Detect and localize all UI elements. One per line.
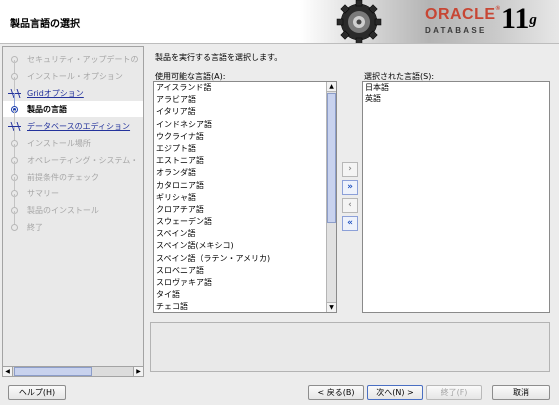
sidebar-step-label: 終了 (27, 223, 43, 232)
available-language-item[interactable]: スロヴァキア語 (154, 277, 326, 289)
sidebar-step-label: オペレーティング・システム・ (27, 155, 139, 165)
sidebar-step-label: セキュリティ・アップデートの (27, 55, 139, 64)
sidebar-step-label[interactable]: データベースのエディション (27, 121, 130, 132)
sidebar-step: インストール・オプション (3, 59, 143, 84)
available-language-item[interactable]: スペイン語 (154, 228, 326, 240)
description-panel (150, 322, 550, 372)
sidebar-step: サマリー (3, 177, 143, 201)
add-language-button[interactable]: › (342, 162, 358, 177)
sidebar-step-label: インストール場所 (27, 139, 91, 148)
selected-language-item[interactable]: 英語 (363, 93, 549, 104)
selected-languages-list: 日本語 英語 (363, 82, 549, 104)
available-language-item[interactable]: イタリア語 (154, 106, 326, 118)
remove-all-languages-button[interactable]: « (342, 216, 358, 231)
available-language-item[interactable]: オランダ語 (154, 167, 326, 179)
finish-button[interactable]: 終了(F) (426, 385, 482, 400)
sidebar-step-label: 製品の言語 (27, 105, 67, 115)
sidebar-step: 前提条件のチェック (3, 160, 143, 185)
step-connector-line (14, 93, 15, 108)
available-language-item[interactable]: アラビア語 (154, 94, 326, 106)
help-button[interactable]: ヘルプ(H) (8, 385, 66, 400)
step-indicator-icon (11, 224, 18, 231)
available-list-scrollbar[interactable]: ▲ ▼ (326, 82, 336, 312)
step-connector-line (14, 160, 15, 175)
next-button[interactable]: 次へ(N) > (367, 385, 423, 400)
cancel-button[interactable]: 取消 (492, 385, 550, 400)
available-languages-list: アイスランド語 アラビア語 イタリア語 インドネシア語 ウクライナ語 エジプト語 エストニア… (154, 82, 326, 312)
scroll-right-icon[interactable]: ▶ (133, 367, 143, 376)
step-connector-line (14, 177, 15, 192)
scroll-thumb[interactable] (14, 367, 92, 376)
available-language-item[interactable]: クロアチア語 (154, 204, 326, 216)
selected-languages-listbox[interactable]: 日本語 英語 (362, 81, 550, 313)
sidebar-step: インストール場所 (3, 127, 143, 151)
available-language-item[interactable]: タイ語 (154, 289, 326, 301)
available-language-item[interactable]: カタロニア語 (154, 180, 326, 192)
sidebar-step: 製品のインストール (3, 194, 143, 218)
sidebar-step: 製品の言語 (3, 93, 143, 118)
scroll-down-icon[interactable]: ▼ (327, 302, 336, 312)
scroll-thumb[interactable] (327, 93, 336, 223)
database-wordmark: DATABASE (425, 26, 487, 35)
step-connector-line (14, 143, 15, 158)
steps-sidebar: セキュリティ・アップデートの インストール・オプション Gridオプション 製品の言語… (2, 46, 144, 377)
sidebar-step[interactable]: データベースのエディション (3, 110, 143, 134)
sidebar-step: セキュリティ・アップデートの (3, 51, 143, 67)
sidebar-step-label: インストール・オプション (27, 71, 123, 81)
sidebar-step: オペレーティング・システム・ (3, 143, 143, 168)
add-all-languages-button[interactable]: » (342, 180, 358, 195)
sidebar-horizontal-scrollbar[interactable]: ◀ ▶ (2, 366, 144, 377)
footer-bar: ヘルプ(H) < 戻る(B) 次へ(N) > 終了(F) 取消 (0, 380, 559, 405)
available-language-item[interactable]: スペイン語(メキシコ) (154, 240, 326, 252)
step-connector-line (14, 211, 15, 225)
sidebar-step: 終了 (3, 211, 143, 235)
step-connector-line (14, 127, 15, 141)
header-banner: 製品言語の選択 ORACLE® DATABASE 11g (0, 0, 559, 44)
oracle-logo: ORACLE® (425, 6, 501, 23)
available-language-item[interactable]: スペイン語（ラテン・アメリカ) (154, 253, 326, 265)
available-language-item[interactable]: ウクライナ語 (154, 131, 326, 143)
available-language-item[interactable]: チェコ語 (154, 301, 326, 312)
step-connector-line (14, 59, 15, 74)
sidebar-step-label: サマリー (27, 189, 59, 199)
sidebar-step-label: 前提条件のチェック (27, 172, 99, 182)
main-content: 製品を実行する言語を選択します。 使用可能な言語(A): 選択された言語(S):… (148, 46, 555, 378)
available-language-item[interactable]: アイスランド語 (154, 82, 326, 94)
available-language-item[interactable]: インドネシア語 (154, 119, 326, 131)
scroll-up-icon[interactable]: ▲ (327, 82, 336, 92)
remove-language-button[interactable]: ‹ (342, 198, 358, 213)
instruction-text: 製品を実行する言語を選択します。 (155, 53, 283, 62)
gear-cluster-icon (336, 0, 382, 43)
sidebar-step-label: 製品のインストール (27, 206, 99, 216)
selected-language-item[interactable]: 日本語 (363, 82, 549, 93)
available-language-item[interactable]: ギリシャ語 (154, 192, 326, 204)
available-language-item[interactable]: スロベニア語 (154, 265, 326, 277)
available-language-item[interactable]: スウェーデン語 (154, 216, 326, 228)
window-title: 製品言語の選択 (10, 19, 80, 30)
back-button[interactable]: < 戻る(B) (308, 385, 364, 400)
available-language-item[interactable]: エストニア語 (154, 155, 326, 167)
sidebar-step-label[interactable]: Gridオプション (27, 88, 84, 99)
available-languages-listbox[interactable]: アイスランド語 アラビア語 イタリア語 インドネシア語 ウクライナ語 エジプト語 エストニア… (153, 81, 337, 313)
sidebar-step[interactable]: Gridオプション (3, 76, 143, 101)
version-mark: 11g (501, 2, 537, 35)
available-language-item[interactable]: エジプト語 (154, 143, 326, 155)
step-connector-line (14, 194, 15, 209)
scroll-left-icon[interactable]: ◀ (3, 367, 13, 376)
